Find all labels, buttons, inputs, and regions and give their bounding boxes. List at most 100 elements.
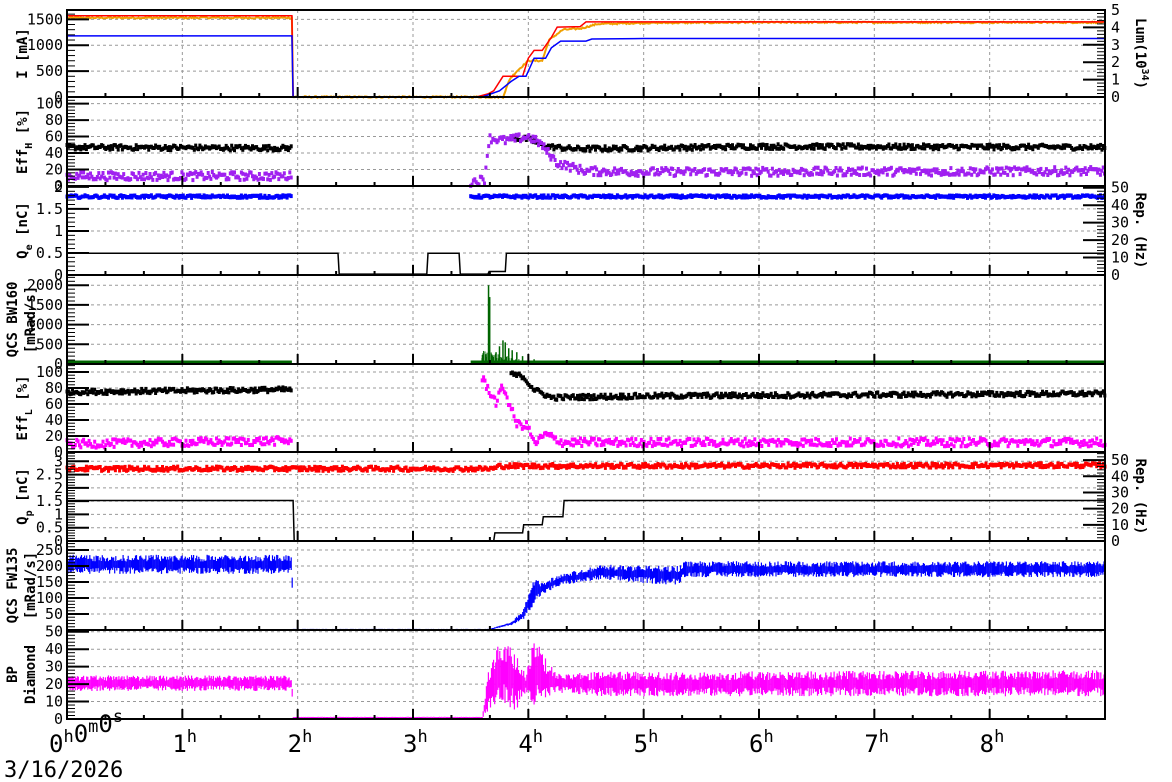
point-charge-p-red [161, 465, 164, 469]
point-eff-h-purple [599, 173, 603, 178]
point-eff-h-purple [917, 166, 921, 171]
point-eff-l-black [668, 395, 672, 400]
point-eff-l-magenta [1095, 436, 1099, 441]
point-eff-h-black [844, 145, 848, 150]
point-eff-h-purple [855, 171, 859, 176]
point-eff-h-purple [750, 173, 754, 178]
point-eff-l-magenta [627, 438, 631, 443]
point-charge-p-red [620, 462, 624, 467]
point-eff-l-magenta [1078, 444, 1082, 449]
point-eff-h-purple [95, 175, 99, 179]
point-eff-h-purple [517, 132, 521, 137]
point-eff-h-purple [865, 166, 868, 171]
point-charge-p-red [84, 464, 88, 469]
series-charge-e-blue [65, 193, 1106, 200]
point-eff-h-purple [191, 178, 195, 183]
point-eff-h-purple [889, 165, 893, 170]
point-eff-h-black [987, 146, 990, 151]
point-eff-h-black [197, 147, 200, 152]
point-eff-h-purple [705, 173, 709, 177]
point-charge-p-red [313, 464, 317, 469]
point-eff-l-magenta [1093, 441, 1097, 446]
point-eff-h-purple [816, 165, 820, 170]
point-charge-p-red [1055, 465, 1059, 469]
point-eff-h-purple [286, 176, 290, 180]
point-eff-h-purple [73, 176, 77, 181]
point-eff-l-magenta [570, 437, 574, 442]
point-eff-h-purple [1060, 168, 1064, 173]
point-eff-h-black [584, 148, 588, 153]
point-eff-h-purple [513, 138, 517, 143]
point-eff-l-black [555, 397, 559, 402]
point-eff-h-purple [282, 171, 286, 176]
point-eff-l-magenta [720, 441, 724, 446]
point-eff-h-purple [935, 167, 939, 172]
point-eff-h-purple [757, 167, 760, 172]
point-eff-l-magenta [952, 444, 956, 449]
point-eff-h-purple [835, 173, 839, 178]
point-eff-h-purple [993, 172, 997, 177]
point-eff-l-black [620, 396, 624, 401]
point-eff-l-black [133, 387, 137, 392]
point-eff-l-magenta [73, 443, 77, 447]
point-eff-h-purple [147, 176, 151, 181]
point-eff-l-black [581, 392, 585, 397]
point-eff-h-purple [162, 170, 166, 175]
point-eff-l-magenta [1089, 443, 1093, 448]
point-eff-l-magenta [202, 439, 206, 444]
point-eff-l-magenta [246, 437, 250, 442]
point-eff-l-magenta [554, 435, 558, 440]
point-eff-l-black [1013, 394, 1017, 399]
point-eff-h-purple [268, 177, 272, 182]
point-eff-l-magenta [233, 436, 236, 441]
line-current-orange [66, 15, 1106, 100]
point-eff-l-magenta [170, 437, 174, 442]
point-eff-h-purple [564, 166, 568, 171]
point-eff-l-black [772, 395, 776, 399]
point-eff-h-purple [137, 170, 141, 175]
point-eff-h-purple [489, 140, 493, 145]
point-eff-l-magenta [991, 443, 995, 448]
point-eff-l-magenta [657, 441, 661, 446]
point-eff-l-magenta [713, 439, 717, 444]
point-eff-l-magenta [747, 439, 751, 444]
point-eff-l-magenta [149, 444, 153, 449]
point-charge-p-red [945, 461, 949, 466]
point-eff-h-black [603, 144, 607, 149]
point-eff-h-purple [881, 170, 885, 175]
point-eff-l-black [876, 390, 880, 395]
point-eff-h-purple [744, 171, 748, 176]
point-charge-e-blue [289, 194, 293, 199]
point-eff-l-magenta [495, 398, 499, 403]
point-eff-l-magenta [967, 436, 971, 441]
point-eff-l-magenta [934, 436, 938, 441]
point-eff-h-purple [256, 177, 260, 182]
point-eff-l-magenta [76, 439, 80, 444]
point-eff-h-purple [925, 168, 929, 173]
point-charge-p-red [902, 461, 906, 466]
point-eff-l-magenta [1098, 443, 1101, 447]
point-eff-l-magenta [263, 442, 267, 447]
point-eff-l-black [140, 386, 144, 391]
point-eff-h-purple [974, 167, 978, 172]
point-eff-l-black [617, 396, 621, 401]
point-eff-l-magenta [577, 441, 581, 445]
point-eff-l-black [974, 394, 978, 399]
point-eff-h-purple [997, 166, 1001, 171]
point-eff-l-magenta [655, 441, 659, 446]
point-eff-l-magenta [1028, 438, 1032, 443]
point-eff-l-magenta [808, 442, 812, 447]
point-eff-h-black [693, 143, 697, 147]
point-eff-h-purple [100, 174, 104, 179]
point-eff-l-magenta [169, 442, 173, 447]
point-eff-h-black [809, 146, 813, 151]
point-eff-h-black [133, 147, 137, 151]
point-eff-l-magenta [817, 437, 820, 442]
point-eff-l-magenta [959, 444, 963, 449]
point-eff-h-purple [743, 166, 747, 171]
point-eff-h-purple [766, 169, 770, 174]
point-eff-h-purple [543, 147, 547, 152]
point-eff-h-purple [849, 172, 853, 177]
point-charge-p-red [984, 461, 988, 466]
point-eff-l-magenta [688, 437, 692, 441]
